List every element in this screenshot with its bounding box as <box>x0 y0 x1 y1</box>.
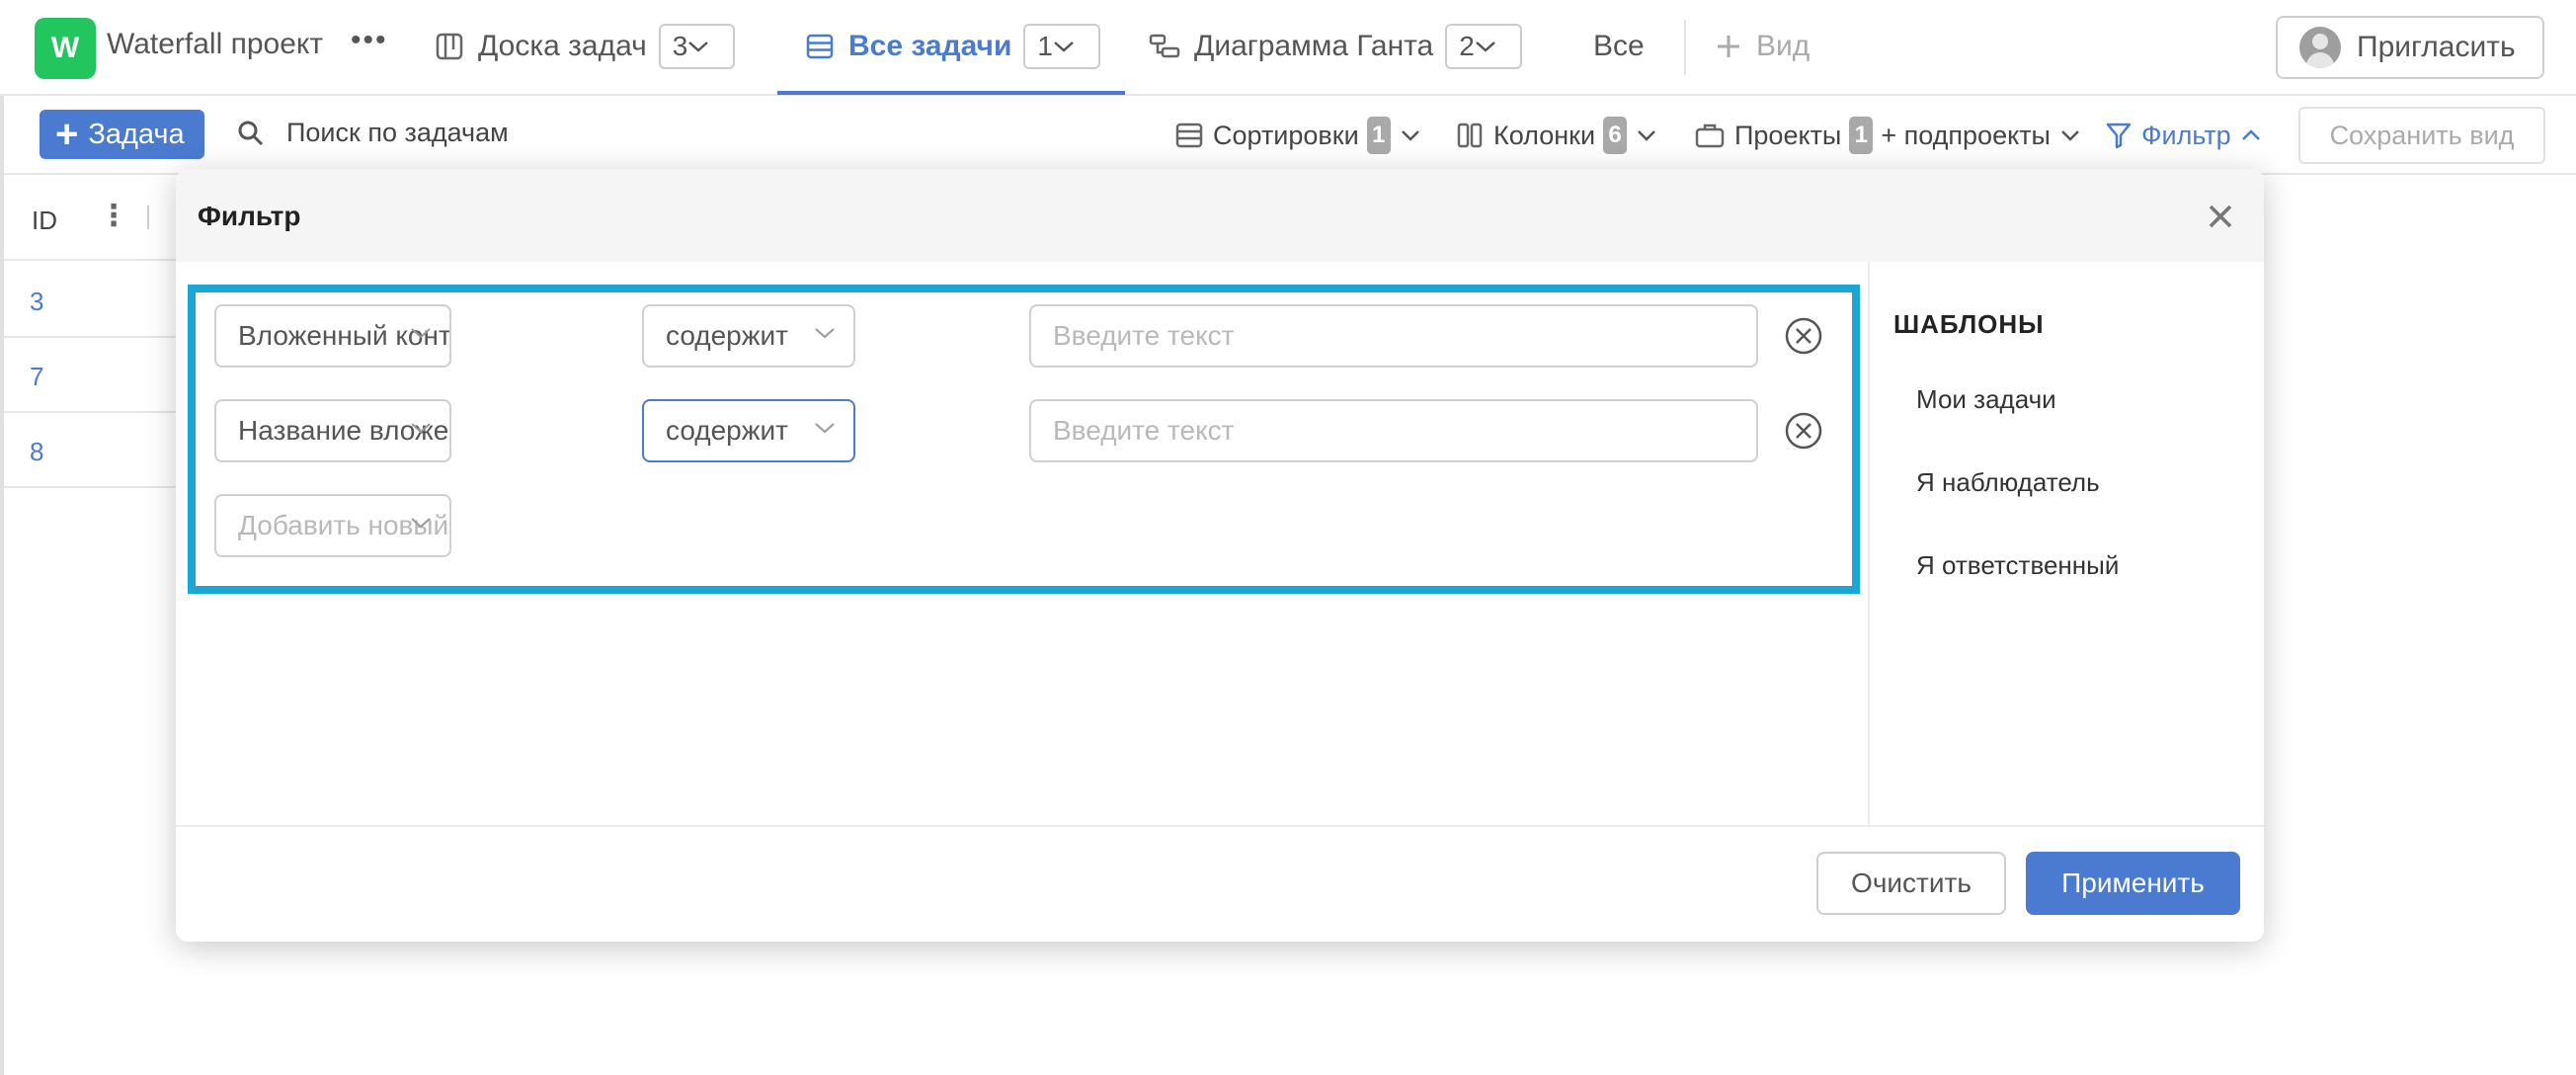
tab-gantt-chart[interactable]: Диаграмма Ганта 2 <box>1149 22 1522 71</box>
top-bar: W Waterfall проект ••• Доска задач 3 Все… <box>0 0 2576 96</box>
tab-all[interactable]: Все <box>1593 22 1645 71</box>
chevron-down-icon <box>411 518 431 529</box>
divider <box>1684 20 1686 75</box>
tab-count-dropdown[interactable]: 1 <box>1023 24 1100 69</box>
projects-count-badge: 1 <box>1849 117 1874 154</box>
chevron-down-icon <box>411 423 431 434</box>
filter-conditions-area: Вложенный контент содержит Введите текст… <box>188 285 1860 594</box>
modal-header: Фильтр <box>176 169 2264 262</box>
chevron-down-icon <box>815 328 835 339</box>
board-icon <box>436 33 463 60</box>
filter-field-select[interactable]: Вложенный контент <box>214 304 451 368</box>
more-options-icon[interactable]: ••• <box>351 24 388 57</box>
project-logo[interactable]: W <box>35 18 96 79</box>
column-menu-icon[interactable]: ⋮ <box>99 202 128 231</box>
add-task-label: Задача <box>88 118 185 150</box>
filter-field-select[interactable]: Название вложенног... <box>214 399 451 462</box>
close-icon[interactable] <box>2201 197 2240 236</box>
save-view-button[interactable]: Сохранить вид <box>2298 107 2545 164</box>
search-placeholder: Поиск по задачам <box>286 118 509 147</box>
add-task-button[interactable]: + Задача <box>40 110 204 159</box>
chevron-up-icon <box>2241 129 2260 140</box>
id-column-header[interactable]: ID <box>32 206 57 236</box>
chevron-down-icon <box>688 41 709 52</box>
projects-button[interactable]: Проекты 1 + подпроекты <box>1695 116 2090 155</box>
row-divider <box>4 411 182 413</box>
tab-count-dropdown[interactable]: 2 <box>1445 24 1522 69</box>
template-item[interactable]: Я ответственный <box>1916 550 2119 581</box>
table-left-border <box>0 96 4 1075</box>
table-row-id[interactable]: 8 <box>30 437 43 467</box>
table-row-id[interactable]: 3 <box>30 287 43 317</box>
chevron-down-icon <box>815 423 835 434</box>
briefcase-icon <box>1695 124 1725 148</box>
columns-count-badge: 6 <box>1603 117 1628 154</box>
task-search[interactable]: Поиск по задачам <box>237 118 509 148</box>
apply-button[interactable]: Применить <box>2026 852 2240 915</box>
invite-label: Пригласить <box>2357 31 2516 63</box>
columns-icon <box>1457 123 1483 148</box>
invite-button[interactable]: Пригласить <box>2276 16 2544 79</box>
remove-filter-icon[interactable] <box>1784 411 1823 451</box>
table-row-id[interactable]: 7 <box>30 362 43 392</box>
template-item[interactable]: Мои задачи <box>1916 384 2056 415</box>
sort-label: Сортировки <box>1213 120 1359 150</box>
row-divider <box>4 336 182 338</box>
filter-operator-select[interactable]: содержит <box>642 399 855 462</box>
gantt-icon <box>1149 34 1180 58</box>
sort-icon <box>1175 123 1203 148</box>
row-divider <box>4 486 182 488</box>
search-icon <box>238 121 264 145</box>
add-view-button[interactable]: Вид <box>1715 22 1810 71</box>
remove-filter-icon[interactable] <box>1784 316 1823 356</box>
templates-panel: ШАБЛОНЫ Мои задачи Я наблюдатель Я ответ… <box>1868 262 2264 827</box>
tab-task-board[interactable]: Доска задач 3 <box>435 22 736 71</box>
tab-all-tasks[interactable]: Все задачи 1 <box>805 22 1100 71</box>
chevron-down-icon <box>411 328 431 339</box>
chevron-down-icon <box>1054 41 1074 52</box>
filter-modal: Фильтр Вложенный контент содержит Введит… <box>176 169 2264 942</box>
tab-count-dropdown[interactable]: 3 <box>658 24 736 69</box>
toolbar: + Задача Поиск по задачам Сортировки 1 К… <box>0 96 2576 175</box>
sort-button[interactable]: Сортировки 1 <box>1175 116 1430 155</box>
projects-label: Проекты <box>1734 120 1842 150</box>
modal-footer-divider <box>176 825 2264 827</box>
row-divider <box>4 259 182 261</box>
active-tab-indicator <box>777 91 1125 95</box>
plus-icon: + <box>55 113 79 156</box>
clear-button[interactable]: Очистить <box>1816 852 2006 915</box>
user-avatar-icon <box>2299 27 2341 68</box>
tab-label: Все <box>1593 30 1645 62</box>
filter-value-input[interactable]: Введите текст <box>1029 399 1758 462</box>
filter-value-input[interactable]: Введите текст <box>1029 304 1758 368</box>
columns-button[interactable]: Колонки 6 <box>1456 116 1666 155</box>
subprojects-label: + подпроекты <box>1881 120 2051 150</box>
template-item[interactable]: Я наблюдатель <box>1916 467 2100 498</box>
list-icon <box>806 34 834 59</box>
chevron-down-icon <box>1638 130 1655 141</box>
columns-label: Колонки <box>1493 120 1596 150</box>
add-filter-select[interactable]: Добавить новый фил... <box>214 494 451 557</box>
add-view-label: Вид <box>1756 30 1811 62</box>
modal-title: Фильтр <box>198 201 301 231</box>
tab-label: Доска задач <box>478 30 647 62</box>
column-resize-handle[interactable] <box>147 206 149 229</box>
plus-icon <box>1718 36 1739 57</box>
templates-title: ШАБЛОНЫ <box>1893 309 2045 339</box>
tab-label: Диаграмма Ганта <box>1194 30 1434 62</box>
chevron-down-icon <box>1475 41 1495 52</box>
chevron-down-icon <box>2061 130 2079 141</box>
tab-label: Все задачи <box>848 30 1012 62</box>
chevron-down-icon <box>1401 130 1419 141</box>
filter-button[interactable]: Фильтр <box>2106 116 2271 155</box>
filter-icon <box>2106 123 2132 149</box>
project-title[interactable]: Waterfall проект <box>107 28 323 61</box>
sort-count-badge: 1 <box>1366 117 1391 154</box>
filter-operator-select[interactable]: содержит <box>642 304 855 368</box>
filter-label: Фильтр <box>2141 120 2231 150</box>
